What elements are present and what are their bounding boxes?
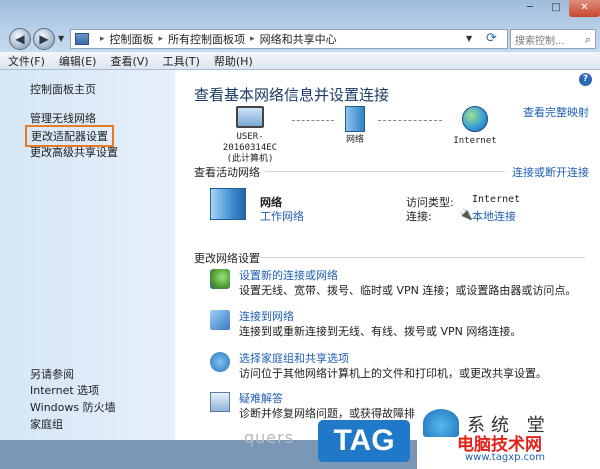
active-networks-title: 查看活动网络 xyxy=(194,166,260,179)
divider xyxy=(265,171,505,172)
history-dropdown-icon[interactable]: ▼ xyxy=(58,34,64,43)
troubleshoot-icon xyxy=(210,392,230,412)
network-adapter-icon: 🔌 xyxy=(459,208,473,221)
connect-network-icon xyxy=(210,310,230,330)
network-icon xyxy=(345,106,365,132)
sidebar-item-homegroup[interactable]: 家庭组 xyxy=(30,416,63,432)
help-icon[interactable]: ? xyxy=(579,73,592,86)
breadcrumb-control-panel[interactable]: 控制面板 xyxy=(110,31,154,47)
homegroup-icon xyxy=(210,352,230,372)
title-bar: ─ □ ✕ ◀ ▶ ▼ ▸ 控制面板 ▸ 所有控制面板项 ▸ 网络和共享中心 ▼… xyxy=(0,0,600,52)
sidebar-item-firewall[interactable]: Windows 防火墙 xyxy=(30,399,116,415)
watermark-quers: quers xyxy=(244,428,295,447)
site-logo-icon xyxy=(423,409,459,437)
breadcrumb-all-items[interactable]: 所有控制面板项 xyxy=(168,31,245,47)
watermark-url: www.tagxp.com xyxy=(465,452,545,463)
troubleshoot-desc: 诊断并修复网络问题，或获得故障排 xyxy=(239,407,415,420)
new-connection-link[interactable]: 设置新的连接或网络 xyxy=(239,267,338,283)
map-node-internet: Internet xyxy=(440,106,510,147)
search-placeholder: 搜索控制... xyxy=(515,35,565,47)
page-title: 查看基本网络信息并设置连接 xyxy=(194,86,390,104)
breadcrumb-separator-icon[interactable]: ▸ xyxy=(159,34,164,44)
divider xyxy=(255,257,585,258)
sidebar-item-manage-wireless[interactable]: 管理无线网络 xyxy=(30,110,96,126)
new-connection-desc: 设置无线、宽带、拨号、临时或 VPN 连接；或设置路由器或访问点。 xyxy=(239,284,577,297)
map-node-computer: USER-20160314EC (此计算机) xyxy=(210,106,290,165)
address-dropdown-icon[interactable]: ▼ xyxy=(466,34,472,43)
connector-line xyxy=(292,120,334,121)
homegroup-link[interactable]: 选择家庭组和共享选项 xyxy=(239,350,349,366)
globe-icon xyxy=(462,106,488,132)
connect-network-desc: 连接到或重新连接到无线、有线、拨号或 VPN 网络连接。 xyxy=(239,325,522,338)
breadcrumb-separator-icon[interactable]: ▸ xyxy=(250,34,255,44)
watermark-tag-logo: TAG xyxy=(318,420,410,462)
breadcrumb-separator-icon[interactable]: ▸ xyxy=(100,34,105,44)
change-settings-title: 更改网络设置 xyxy=(194,252,260,265)
search-icon[interactable]: ⌕ xyxy=(585,33,591,47)
menu-file[interactable]: 文件(F) xyxy=(8,53,45,69)
homegroup-desc: 访问位于其他网络计算机上的文件和打印机，或更改共享设置。 xyxy=(239,367,547,380)
troubleshoot-link[interactable]: 疑难解答 xyxy=(239,390,283,406)
network-type-link[interactable]: 工作网络 xyxy=(260,208,304,224)
back-button[interactable]: ◀ xyxy=(9,28,31,50)
menu-bar: 文件(F) 编辑(E) 查看(V) 工具(T) 帮助(H) xyxy=(0,52,600,70)
sidebar: 控制面板主页 管理无线网络 更改适配器设置 更改高级共享设置 另请参阅 Inte… xyxy=(0,70,175,440)
main-content: ? 查看基本网络信息并设置连接 查看完整映射 USER-20160314EC (… xyxy=(175,70,600,440)
sidebar-item-internet-options[interactable]: Internet 选项 xyxy=(30,382,99,398)
computer-name: USER-20160314EC xyxy=(222,132,278,153)
forward-button[interactable]: ▶ xyxy=(33,28,55,50)
see-also-heading: 另请参阅 xyxy=(30,368,74,381)
internet-label: Internet xyxy=(453,136,497,146)
local-connection-link[interactable]: 本地连接 xyxy=(472,208,516,224)
refresh-icon[interactable]: ⟳ xyxy=(486,31,497,46)
sidebar-item-home[interactable]: 控制面板主页 xyxy=(30,81,96,97)
control-panel-icon xyxy=(75,33,89,45)
access-type-value: Internet xyxy=(472,194,521,205)
connect-disconnect-link[interactable]: 连接或断开连接 xyxy=(512,164,589,180)
view-full-map-link[interactable]: 查看完整映射 xyxy=(523,104,589,120)
sidebar-item-advanced-sharing[interactable]: 更改高级共享设置 xyxy=(30,144,118,160)
new-connection-icon xyxy=(210,269,230,289)
active-network-icon[interactable] xyxy=(210,188,246,220)
maximize-button[interactable]: □ xyxy=(543,0,569,17)
menu-help[interactable]: 帮助(H) xyxy=(214,53,253,69)
network-label: 网络 xyxy=(345,135,364,145)
watermark-site-badge: 系统 堂 电脑技术网 www.tagxp.com xyxy=(417,405,600,469)
connect-network-link[interactable]: 连接到网络 xyxy=(239,308,294,324)
arrow-left-icon: ◀ xyxy=(15,32,25,46)
connector-line xyxy=(378,120,442,121)
address-bar[interactable]: ▸ 控制面板 ▸ 所有控制面板项 ▸ 网络和共享中心 xyxy=(70,29,508,49)
menu-tools[interactable]: 工具(T) xyxy=(163,53,200,69)
connections-label: 连接: xyxy=(406,210,432,223)
menu-edit[interactable]: 编辑(E) xyxy=(59,53,97,69)
search-input[interactable]: 搜索控制... ⌕ xyxy=(510,29,596,49)
computer-icon xyxy=(236,106,264,128)
arrow-right-icon: ▶ xyxy=(39,32,49,46)
map-node-network: 网络 xyxy=(335,106,375,146)
minimize-button[interactable]: ─ xyxy=(517,0,543,17)
close-button[interactable]: ✕ xyxy=(569,0,600,17)
breadcrumb-network-center[interactable]: 网络和共享中心 xyxy=(260,31,337,47)
menu-view[interactable]: 查看(V) xyxy=(110,53,148,69)
